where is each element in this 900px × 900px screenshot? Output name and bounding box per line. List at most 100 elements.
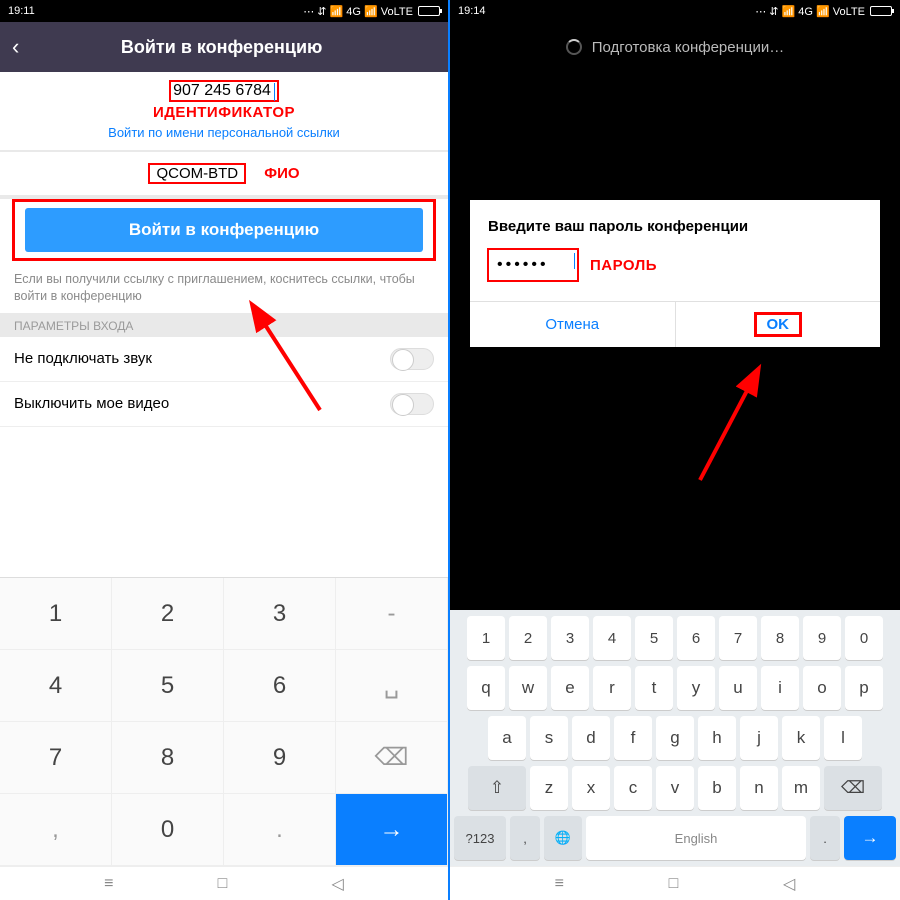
- key-n0[interactable]: 0: [845, 616, 883, 660]
- key-n7[interactable]: 7: [719, 616, 757, 660]
- key-comma[interactable]: ,: [510, 816, 540, 860]
- key-backspace[interactable]: ⌫: [336, 722, 448, 794]
- key-4[interactable]: 4: [0, 650, 112, 722]
- key-symbols[interactable]: ?123: [454, 816, 506, 860]
- phone-right: 19:14 ⋯ ⇵ 📶 4G 📶 VoLTE Подготовка конфер…: [450, 0, 900, 900]
- toggle-video-row: Выключить мое видео: [0, 382, 448, 427]
- key-backspace[interactable]: ⌫: [824, 766, 882, 810]
- key-n2[interactable]: 2: [509, 616, 547, 660]
- kbd-row1: q w e r t y u i o p: [454, 666, 896, 710]
- key-t[interactable]: t: [635, 666, 673, 710]
- key-shift[interactable]: ⇧: [468, 766, 526, 810]
- kbd-num-row: 1 2 3 4 5 6 7 8 9 0: [454, 616, 896, 660]
- spinner-icon: [566, 39, 582, 55]
- nav-back-icon[interactable]: ◁: [331, 874, 343, 894]
- nav-home-icon[interactable]: □: [218, 875, 228, 893]
- nav-bar: ≡ □ ◁: [450, 866, 900, 900]
- key-a[interactable]: a: [488, 716, 526, 760]
- name-input-row[interactable]: QCOM-BTD ФИО: [0, 152, 448, 195]
- nav-menu-icon[interactable]: ≡: [104, 875, 113, 893]
- cancel-button[interactable]: Отмена: [470, 302, 675, 347]
- key-globe-icon[interactable]: 🌐: [544, 816, 582, 860]
- key-9[interactable]: 9: [224, 722, 336, 794]
- id-section: 907 245 6784 ИДЕНТИФИКАТОР Войти по имен…: [0, 72, 448, 150]
- toggle-video[interactable]: [390, 393, 434, 415]
- key-v[interactable]: v: [656, 766, 694, 810]
- nav-home-icon[interactable]: □: [669, 875, 679, 893]
- key-e[interactable]: e: [551, 666, 589, 710]
- key-n3[interactable]: 3: [551, 616, 589, 660]
- key-w[interactable]: w: [509, 666, 547, 710]
- key-g[interactable]: g: [656, 716, 694, 760]
- name-value: QCOM-BTD: [148, 163, 246, 184]
- key-x[interactable]: x: [572, 766, 610, 810]
- key-f[interactable]: f: [614, 716, 652, 760]
- nav-menu-icon[interactable]: ≡: [555, 875, 564, 893]
- key-n6[interactable]: 6: [677, 616, 715, 660]
- key-2[interactable]: 2: [112, 578, 224, 650]
- key-3[interactable]: 3: [224, 578, 336, 650]
- key-b[interactable]: b: [698, 766, 736, 810]
- personal-link[interactable]: Войти по имени персональной ссылки: [0, 123, 448, 150]
- loading-header: Подготовка конференции…: [450, 22, 900, 72]
- key-p[interactable]: p: [845, 666, 883, 710]
- toggle-audio-label: Не подключать звук: [14, 350, 152, 367]
- back-icon[interactable]: ‹: [12, 34, 19, 60]
- clock: 19:14: [458, 5, 486, 17]
- password-input[interactable]: ••••••: [488, 249, 578, 281]
- key-dot[interactable]: .: [224, 794, 336, 866]
- ok-button[interactable]: OK: [675, 302, 881, 347]
- nav-back-icon[interactable]: ◁: [783, 874, 795, 894]
- key-s[interactable]: s: [530, 716, 568, 760]
- key-k[interactable]: k: [782, 716, 820, 760]
- key-go[interactable]: →: [336, 794, 448, 866]
- key-enter[interactable]: →: [844, 816, 896, 860]
- key-space[interactable]: English: [586, 816, 806, 860]
- join-button[interactable]: Войти в конференцию: [25, 208, 423, 252]
- toggle-video-label: Выключить мое видео: [14, 395, 169, 412]
- key-o[interactable]: o: [803, 666, 841, 710]
- key-j[interactable]: j: [740, 716, 778, 760]
- key-n8[interactable]: 8: [761, 616, 799, 660]
- key-n4[interactable]: 4: [593, 616, 631, 660]
- key-m[interactable]: m: [782, 766, 820, 810]
- numeric-keypad: 1 2 3 - 4 5 6 ␣ 7 8 9 ⌫ , 0 . →: [0, 577, 448, 866]
- key-h[interactable]: h: [698, 716, 736, 760]
- key-comma[interactable]: ,: [0, 794, 112, 866]
- key-r[interactable]: r: [593, 666, 631, 710]
- key-n1[interactable]: 1: [467, 616, 505, 660]
- status-icons: ⋯ ⇵ 📶 4G 📶 VoLTE: [303, 5, 440, 18]
- key-u[interactable]: u: [719, 666, 757, 710]
- toggle-audio[interactable]: [390, 348, 434, 370]
- key-n5[interactable]: 5: [635, 616, 673, 660]
- key-period[interactable]: .: [810, 816, 840, 860]
- dialog-buttons: Отмена OK: [470, 301, 880, 347]
- loading-text: Подготовка конференции…: [592, 39, 784, 56]
- key-6[interactable]: 6: [224, 650, 336, 722]
- page-title: Войти в конференцию: [37, 37, 406, 58]
- nav-bar: ≡ □ ◁: [0, 866, 448, 900]
- key-d[interactable]: d: [572, 716, 610, 760]
- content-area: 907 245 6784 ИДЕНТИФИКАТОР Войти по имен…: [0, 72, 448, 427]
- key-q[interactable]: q: [467, 666, 505, 710]
- key-0[interactable]: 0: [112, 794, 224, 866]
- kbd-row2: a s d f g h j k l: [454, 716, 896, 760]
- key-7[interactable]: 7: [0, 722, 112, 794]
- key-n[interactable]: n: [740, 766, 778, 810]
- app-header: ‹ Войти в конференцию: [0, 22, 448, 72]
- key-y[interactable]: y: [677, 666, 715, 710]
- key-c[interactable]: c: [614, 766, 652, 810]
- clock: 19:11: [8, 5, 35, 17]
- key-5[interactable]: 5: [112, 650, 224, 722]
- key-z[interactable]: z: [530, 766, 568, 810]
- meeting-id-input[interactable]: 907 245 6784: [0, 72, 448, 104]
- key-i[interactable]: i: [761, 666, 799, 710]
- key-dash[interactable]: -: [336, 578, 448, 650]
- key-space[interactable]: ␣: [336, 650, 448, 722]
- key-8[interactable]: 8: [112, 722, 224, 794]
- key-n9[interactable]: 9: [803, 616, 841, 660]
- key-l[interactable]: l: [824, 716, 862, 760]
- key-1[interactable]: 1: [0, 578, 112, 650]
- section-title: ПАРАМЕТРЫ ВХОДА: [0, 313, 448, 337]
- phone-left: 19:11 ⋯ ⇵ 📶 4G 📶 VoLTE ‹ Войти в конфере…: [0, 0, 450, 900]
